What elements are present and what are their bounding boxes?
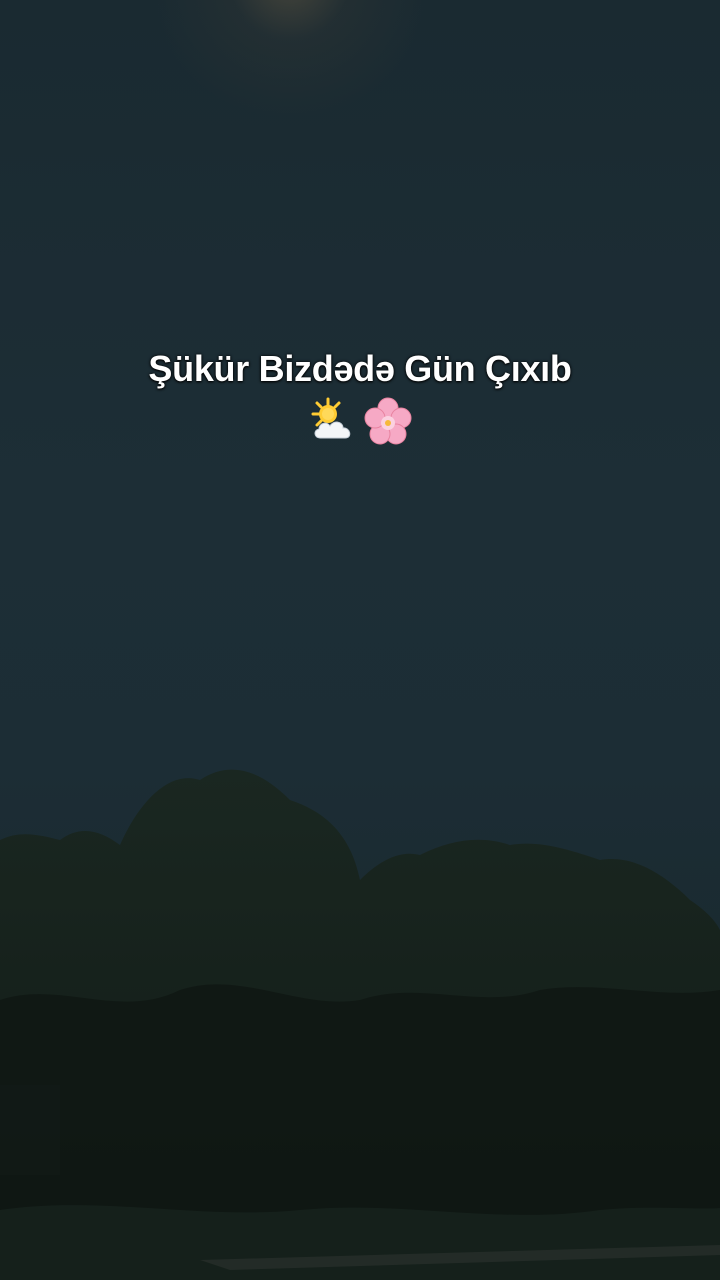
sun-behind-cloud-icon (306, 396, 358, 456)
video-background: Şükür Bizdədə Gün Çıxıb (0, 0, 720, 1280)
emoji-row (0, 396, 720, 456)
tree-silhouette (0, 769, 720, 1280)
sun-glow (150, 0, 430, 120)
cherry-blossom-icon (362, 396, 414, 456)
caption-text: Şükür Bizdədə Gün Çıxıb (148, 348, 572, 389)
